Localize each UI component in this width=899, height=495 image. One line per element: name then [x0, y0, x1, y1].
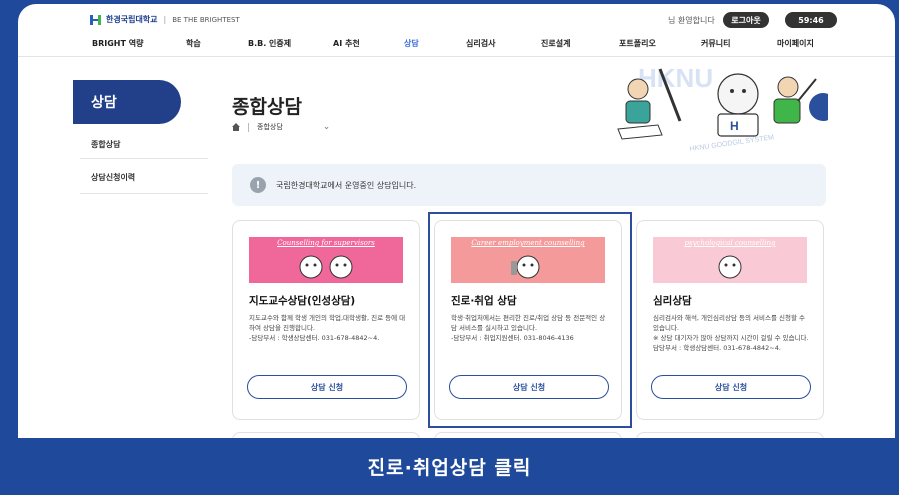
mascot-head	[717, 73, 759, 115]
mascot-image	[718, 255, 742, 279]
chevron-down-icon[interactable]: ⌄	[323, 122, 331, 132]
card-title: 지도교수상담(인성상담)	[249, 295, 356, 307]
breadcrumb-current: 종합상담	[257, 123, 283, 131]
info-icon: !	[250, 177, 266, 193]
mascot-image	[299, 255, 353, 279]
sidebar-item-general[interactable]: 종합상담	[91, 139, 120, 150]
home-icon[interactable]	[232, 123, 240, 131]
figure-body	[625, 100, 651, 124]
book-shape	[617, 124, 663, 140]
card-title: 심리상담	[653, 295, 692, 307]
logo-separator: |	[163, 15, 167, 24]
nav-item-ai[interactable]: AI 추천	[333, 38, 360, 49]
hero-illustration: HKNU H HKNU GOODGIL SYSTEM	[617, 63, 828, 153]
notice-box: ! 국립한경대학교에서 운영중인 상담입니다.	[232, 164, 826, 206]
main-nav: BRIGHT 역량 학습 B.B. 인증제 AI 추천 상담 심리검사 진로설계…	[18, 34, 895, 57]
nav-item-bright[interactable]: BRIGHT 역량	[92, 38, 143, 49]
sidebar-title-text: 상담	[91, 95, 117, 111]
apply-button[interactable]: 상담 신청	[651, 375, 811, 399]
breadcrumb-divider	[248, 122, 249, 132]
counsel-card-psych[interactable]: psychological counselling 심리상담 심리검사와 해석,…	[636, 220, 824, 420]
logo-mark-icon	[90, 14, 102, 25]
card-description: 지도교수와 함께 학생 개인의 학업,대학생활, 진로 등에 대하여 상담을 진…	[249, 314, 406, 342]
figure-body	[773, 98, 801, 124]
nav-item-career[interactable]: 진로설계	[541, 38, 570, 49]
logout-button[interactable]: 로그아웃	[723, 12, 769, 28]
click-highlight-box	[428, 212, 632, 428]
counsel-card-professor[interactable]: Counselling for supervisors 지도교수상담(인성상담)…	[232, 220, 420, 420]
apply-button[interactable]: 상담 신청	[247, 375, 407, 399]
logo-name: 한경국립대학교	[106, 15, 158, 24]
breadcrumb: 종합상담 ⌄	[232, 122, 330, 132]
university-logo[interactable]: 한경국립대학교 | BE THE BRIGHTEST	[90, 14, 240, 25]
sidebar-divider	[80, 193, 208, 194]
sidebar-item-history[interactable]: 상담신청이력	[91, 172, 135, 183]
sidebar-title: 상담	[73, 80, 181, 124]
illustration-caption: HKNU GOODGIL SYSTEM	[689, 134, 774, 153]
figure-head	[627, 78, 649, 100]
panel-h-letter: H	[730, 119, 739, 133]
page-title: 종합상담	[232, 96, 302, 118]
card-description: 심리검사와 해석, 개인심리상담 등의 서비스를 신청할 수 있습니다. ※ 상…	[653, 314, 809, 352]
card-banner: Counselling for supervisors	[249, 237, 403, 283]
nav-item-portfolio[interactable]: 포트폴리오	[619, 38, 656, 49]
welcome-text: 님 환영합니다	[668, 16, 715, 25]
nav-item-mypage[interactable]: 마이페이지	[777, 38, 814, 49]
sidebar-divider	[80, 158, 208, 159]
mascot-eye	[742, 89, 746, 93]
logo-slogan: BE THE BRIGHTEST	[172, 15, 240, 24]
nav-item-counseling[interactable]: 상담	[404, 38, 419, 49]
top-utility-bar: 한경국립대학교 | BE THE BRIGHTEST 님 환영합니다 로그아웃 …	[18, 4, 895, 32]
instruction-caption: 진로·취업상담 클릭	[0, 438, 899, 495]
illustration-watermark: HKNU	[638, 63, 713, 93]
nav-item-bb-cert[interactable]: B.B. 인증제	[248, 38, 291, 49]
app-window: 한경국립대학교 | BE THE BRIGHTEST 님 환영합니다 로그아웃 …	[18, 4, 895, 495]
figure-head	[777, 76, 799, 98]
nav-item-psych-test[interactable]: 심리검사	[466, 38, 495, 49]
nav-item-community[interactable]: 커뮤니티	[701, 38, 730, 49]
nav-item-learning[interactable]: 학습	[186, 38, 201, 49]
mascot-eye	[730, 89, 734, 93]
session-timer[interactable]: 59:46	[785, 12, 837, 28]
illustration-circle	[809, 93, 828, 121]
notice-text: 국립한경대학교에서 운영중인 상담입니다.	[276, 180, 417, 190]
card-banner: psychological counselling	[653, 237, 807, 283]
